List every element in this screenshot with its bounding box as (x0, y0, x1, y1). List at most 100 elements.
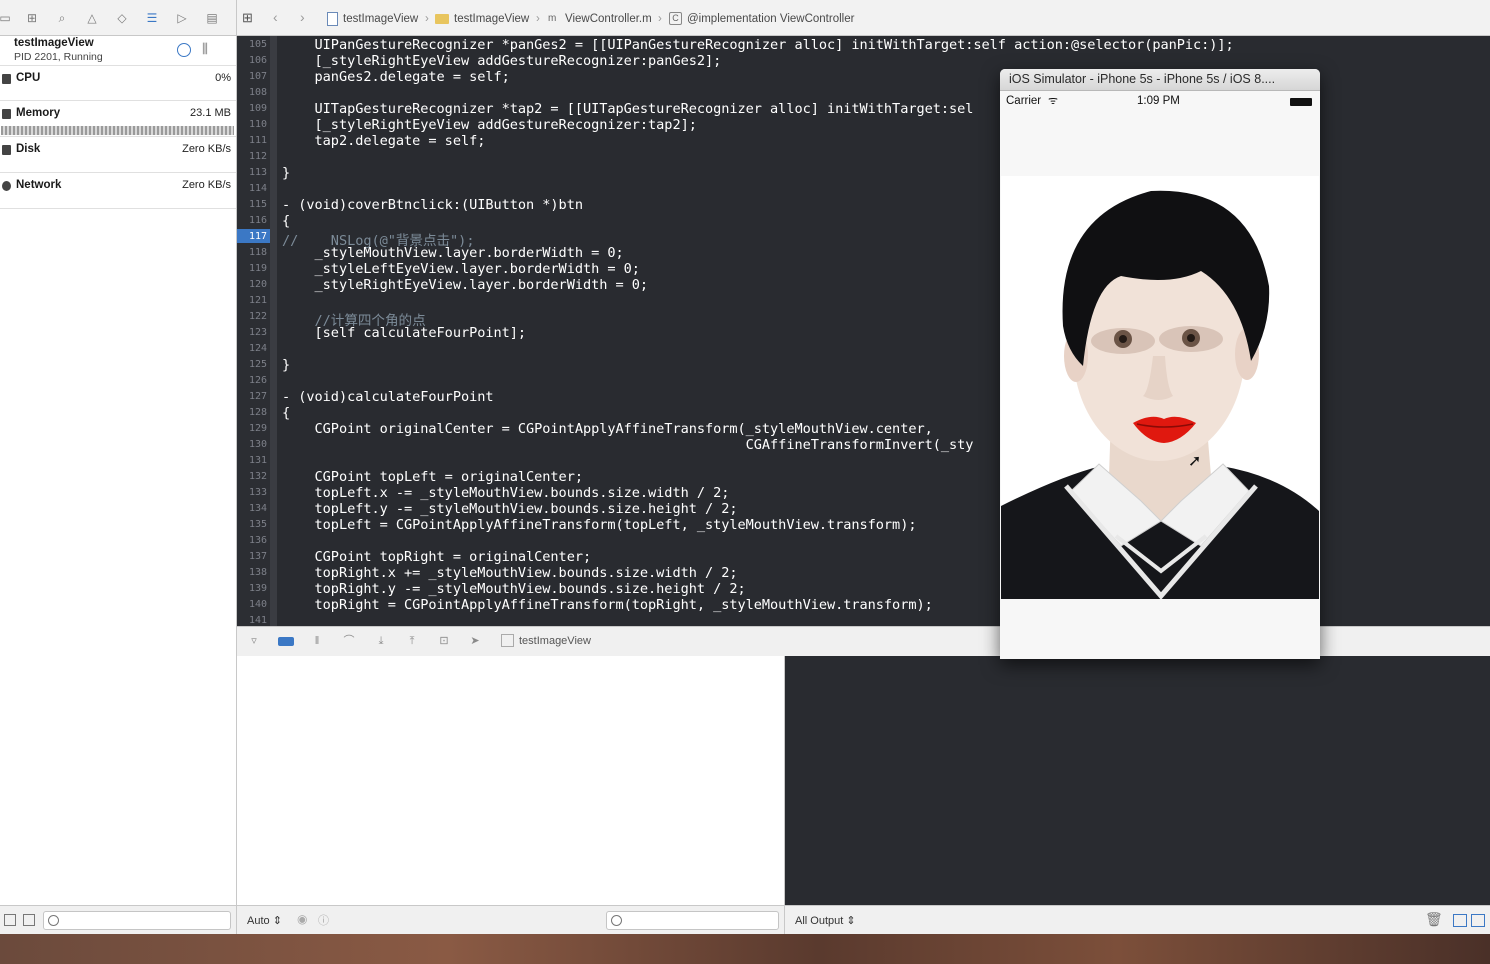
desktop-wallpaper (0, 934, 1490, 964)
test-diamond-icon[interactable]: ◇ (115, 11, 129, 25)
console-output[interactable] (785, 656, 1490, 905)
related-items-grid-icon[interactable]: ⊞ (242, 10, 253, 26)
code-line[interactable]: { (282, 405, 290, 421)
step-over-icon[interactable]: ⌒ (343, 635, 355, 647)
scope-selector[interactable]: Auto ⇕ (247, 914, 282, 927)
code-line[interactable]: _styleMouthView.layer.borderWidth = 0; (282, 245, 624, 261)
line-number: 105 (248, 39, 267, 50)
breadcrumb-project[interactable]: testImageView (343, 13, 418, 25)
target-name[interactable]: testImageView (519, 635, 591, 647)
process-name: testImageView (14, 37, 94, 49)
gauge-value: Zero KB/s (182, 179, 231, 191)
code-line[interactable]: _styleLeftEyeView.layer.borderWidth = 0; (282, 261, 640, 277)
line-number: 136 (248, 535, 267, 546)
view-debugger-icon[interactable]: ⊡ (438, 635, 450, 647)
folder-icon[interactable]: ▭ (0, 11, 12, 25)
gauge-icon[interactable] (177, 43, 191, 57)
code-line[interactable]: } (282, 357, 290, 373)
debug-navigator-icon[interactable]: ☰ (145, 11, 159, 25)
jump-bar: ⊞ ‹ › testImageView › testImageView › m … (237, 0, 1490, 35)
log-bubble-icon[interactable]: ▤ (205, 11, 219, 25)
line-number: 125 (248, 359, 267, 370)
forward-arrow-icon[interactable]: › (300, 9, 305, 25)
variables-filter-field[interactable] (606, 911, 779, 930)
ios-simulator-window[interactable]: iOS Simulator - iPhone 5s - iPhone 5s / … (1000, 69, 1320, 659)
step-into-icon[interactable]: ⤓ (375, 635, 387, 647)
line-number: 123 (248, 327, 267, 338)
symbol-navigator-icon[interactable]: ⊞ (25, 11, 39, 25)
recent-filter-icon[interactable] (23, 914, 35, 926)
info-icon[interactable]: ⓘ (318, 912, 329, 928)
line-number: 117 (248, 231, 267, 242)
memory-usage-bar (1, 126, 234, 135)
scope-value: Auto (247, 915, 270, 927)
breadcrumb-symbol[interactable]: @implementation ViewController (687, 13, 854, 25)
line-number: 108 (248, 87, 267, 98)
code-line[interactable]: topLeft.x -= _styleMouthView.bounds.size… (282, 485, 730, 501)
line-number: 111 (248, 135, 267, 146)
network-gauge[interactable]: Network Zero KB/s (0, 173, 236, 209)
breakpoint-tag-icon[interactable]: ▷ (175, 11, 189, 25)
ios-status-bar: Carrier ᯤ 1:09 PM (1000, 91, 1320, 111)
line-number: 141 (248, 615, 267, 626)
variables-view[interactable] (237, 656, 785, 905)
code-line[interactable]: CGAffineTransformInvert(_sty (282, 437, 974, 453)
code-line[interactable]: topLeft.y -= _styleMouthView.bounds.size… (282, 501, 738, 517)
step-out-icon[interactable]: ⤒ (406, 635, 418, 647)
line-number: 140 (248, 599, 267, 610)
disk-gauge[interactable]: Disk Zero KB/s (0, 137, 236, 173)
location-arrow-icon[interactable]: ➤ (469, 635, 481, 647)
cpu-gauge[interactable]: CPU 0% (0, 66, 236, 101)
code-line[interactable]: - (void)coverBtnclick:(UIButton *)btn (282, 197, 583, 213)
breadcrumb-group[interactable]: testImageView (454, 13, 529, 25)
code-line[interactable]: [_styleRightEyeView addGestureRecognizer… (282, 117, 697, 133)
show-console-icon[interactable] (1471, 914, 1485, 927)
simulator-title[interactable]: iOS Simulator - iPhone 5s - iPhone 5s / … (1000, 69, 1320, 91)
code-line[interactable]: topLeft = CGPointApplyAffineTransform(to… (282, 517, 917, 533)
quick-look-eye-icon[interactable]: ◉ (297, 912, 307, 926)
pause-icon[interactable]: ‖ (311, 635, 323, 647)
code-line[interactable]: topRight = CGPointApplyAffineTransform(t… (282, 597, 933, 613)
battery-icon (1290, 98, 1312, 106)
code-line[interactable]: CGPoint topRight = originalCenter; (282, 549, 592, 565)
navigator-filter-field[interactable] (43, 911, 231, 930)
bottom-filter-bar: Auto ⇕ ◉ ⓘ All Output ⇕ 🗑 (0, 905, 1490, 935)
trash-icon[interactable]: 🗑 (1425, 911, 1443, 928)
show-variables-icon[interactable] (1453, 914, 1467, 927)
code-line[interactable]: topRight.x += _styleMouthView.bounds.siz… (282, 565, 738, 581)
breakpoints-toggle-icon[interactable] (278, 637, 294, 646)
code-line[interactable]: UIPanGestureRecognizer *panGes2 = [[UIPa… (282, 37, 1234, 53)
hide-debug-area-icon[interactable]: ▿ (248, 635, 260, 647)
code-line[interactable]: UITapGestureRecognizer *tap2 = [[UITapGe… (282, 101, 974, 117)
code-line[interactable]: tap2.delegate = self; (282, 133, 486, 149)
code-line[interactable]: [self calculateFourPoint]; (282, 325, 527, 341)
class-c-icon: C (669, 12, 682, 25)
code-folding-ribbon[interactable] (270, 36, 277, 626)
line-number: 122 (248, 311, 267, 322)
portrait-image[interactable] (1001, 176, 1319, 599)
code-line[interactable]: { (282, 213, 290, 229)
code-line[interactable]: _styleRightEyeView.layer.borderWidth = 0… (282, 277, 649, 293)
project-file-icon (327, 12, 338, 26)
memory-gauge[interactable]: Memory 23.1 MB (0, 101, 236, 137)
process-row[interactable]: testImageView PID 2201, Running ⫼ (0, 36, 236, 66)
code-line[interactable]: - (void)calculateFourPoint (282, 389, 494, 405)
add-icon[interactable] (4, 914, 16, 926)
cpu-icon (2, 74, 11, 84)
code-line[interactable]: topRight.y -= _styleMouthView.bounds.siz… (282, 581, 746, 597)
thread-view-icon[interactable]: ⫼ (202, 41, 208, 57)
code-line[interactable]: [_styleRightEyeView addGestureRecognizer… (282, 53, 722, 69)
code-line[interactable]: CGPoint topLeft = originalCenter; (282, 469, 583, 485)
back-arrow-icon[interactable]: ‹ (273, 9, 278, 25)
warning-icon[interactable]: △ (85, 11, 99, 25)
line-number: 107 (248, 71, 267, 82)
portrait-illustration (1001, 176, 1319, 599)
search-icon[interactable]: ⌕ (55, 11, 69, 25)
breadcrumb-file[interactable]: ViewController.m (565, 13, 652, 25)
code-line[interactable]: panGes2.delegate = self; (282, 69, 510, 85)
code-line[interactable]: } (282, 165, 290, 181)
code-line[interactable]: CGPoint originalCenter = CGPointApplyAff… (282, 421, 933, 437)
line-number: 112 (248, 151, 267, 162)
line-number: 132 (248, 471, 267, 482)
output-selector[interactable]: All Output ⇕ (795, 914, 856, 927)
